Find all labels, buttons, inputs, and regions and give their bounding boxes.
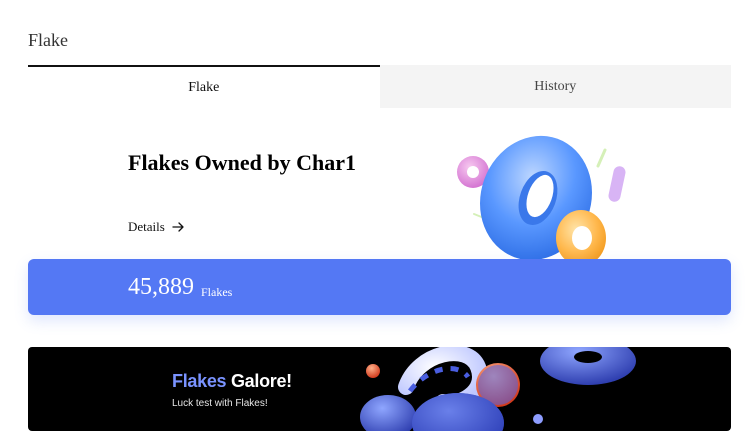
page-title: Flake xyxy=(28,30,68,50)
arrow-right-icon xyxy=(172,222,184,232)
tab-bar: Flake History xyxy=(28,65,731,108)
flake-balance-value: 45,889 xyxy=(128,274,194,300)
banner-title: Flakes Galore! xyxy=(172,371,292,392)
flakes-galore-banner[interactable]: Flakes Galore! Luck test with Flakes! xyxy=(28,347,731,431)
flake-balance-bar: 45,889 Flakes xyxy=(28,259,731,315)
tab-history[interactable]: History xyxy=(379,65,731,108)
details-label: Details xyxy=(128,219,165,234)
banner-subtitle: Luck test with Flakes! xyxy=(172,398,268,409)
banner-title-accent: Flakes xyxy=(172,371,227,391)
flakes-owned-title: Flakes Owned by Char1 xyxy=(128,150,356,175)
banner-illustration xyxy=(360,347,636,431)
banner-title-rest: Galore! xyxy=(230,371,292,391)
donut-illustration xyxy=(457,135,626,266)
flake-balance-unit: Flakes xyxy=(201,285,233,299)
details-link[interactable]: Details xyxy=(128,219,185,235)
tab-flake[interactable]: Flake xyxy=(28,65,380,108)
